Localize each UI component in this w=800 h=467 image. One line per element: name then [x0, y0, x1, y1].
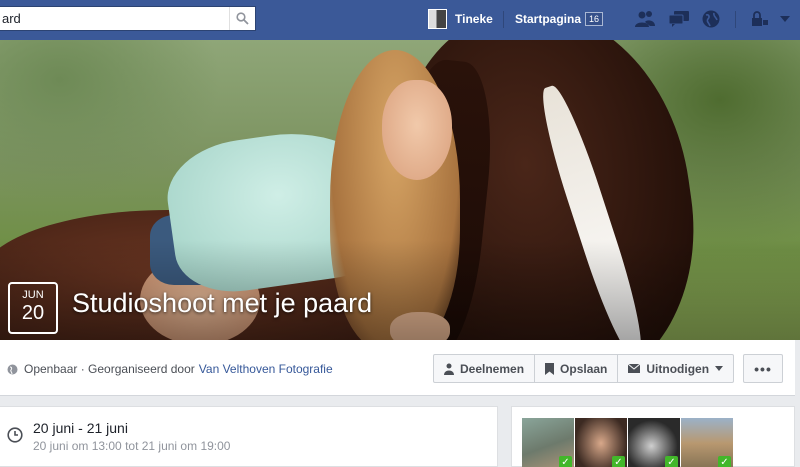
going-check-icon: ✓: [718, 456, 731, 467]
search-button[interactable]: [229, 7, 255, 30]
top-navigation-bar: Tineke Startpagina 16: [0, 0, 800, 40]
search-input[interactable]: [0, 7, 228, 30]
invite-button[interactable]: Uitnodigen: [618, 355, 733, 382]
public-globe-icon: [7, 364, 18, 374]
event-date-range: 20 juni - 21 juni: [33, 420, 128, 436]
messages-icon: [668, 11, 689, 27]
divider: [735, 11, 736, 28]
attendees-card: ✓ ✓ ✓ ✓: [511, 406, 795, 467]
person-icon: [444, 363, 454, 375]
attendee-avatar[interactable]: ✓: [575, 418, 627, 467]
notifications-button[interactable]: [699, 8, 723, 30]
going-check-icon: ✓: [612, 456, 625, 467]
going-check-icon: ✓: [559, 456, 572, 467]
profile-link[interactable]: Tineke: [428, 7, 493, 31]
save-label: Opslaan: [560, 361, 608, 376]
friend-requests-icon: [635, 11, 655, 27]
event-cover-photo: JUN 20 Studioshoot met je paard: [0, 40, 800, 340]
more-options-button[interactable]: •••: [743, 354, 783, 383]
event-details-card: 20 juni - 21 juni 20 juni om 13:00 tot 2…: [0, 406, 498, 467]
envelope-icon: [628, 364, 641, 373]
avatar: [428, 9, 447, 29]
event-date-badge: JUN 20: [8, 282, 58, 334]
chevron-down-icon: [715, 366, 724, 371]
join-button[interactable]: Deelnemen: [434, 355, 536, 382]
organizer-link[interactable]: Van Velthoven Fotografie: [199, 362, 333, 376]
search-icon: [236, 12, 249, 25]
cover-girl-face: [382, 80, 452, 180]
invite-label: Uitnodigen: [646, 361, 710, 376]
bookmark-icon: [545, 362, 555, 375]
event-meta: Openbaar · Georganiseerd door Van Veltho…: [7, 362, 333, 376]
profile-name: Tineke: [455, 12, 493, 26]
attendee-avatar[interactable]: ✓: [681, 418, 733, 467]
search-box: [0, 6, 256, 31]
divider: [503, 11, 504, 28]
privacy-organizer-text: Openbaar · Georganiseerd door: [24, 362, 195, 376]
attendee-avatar[interactable]: ✓: [628, 418, 680, 467]
event-buttons: Deelnemen Opslaan Uitnodigen: [433, 354, 735, 383]
privacy-lock-icon: [752, 11, 768, 26]
save-button[interactable]: Opslaan: [535, 355, 619, 382]
join-label: Deelnemen: [460, 361, 525, 376]
friend-requests-button[interactable]: [633, 8, 657, 30]
event-day: 20: [21, 302, 45, 324]
home-link[interactable]: Startpagina 16: [515, 8, 604, 30]
home-count-badge: 16: [585, 12, 604, 26]
event-title: Studioshoot met je paard: [72, 288, 373, 318]
messages-button[interactable]: [667, 8, 691, 30]
account-menu-button[interactable]: [773, 8, 797, 30]
event-time-range: 20 juni om 13:00 tot 21 juni om 19:00: [33, 439, 231, 453]
event-action-bar: Openbaar · Georganiseerd door Van Veltho…: [0, 340, 795, 396]
going-check-icon: ✓: [665, 456, 678, 467]
event-month: JUN: [22, 289, 44, 301]
notifications-globe-icon: [702, 10, 720, 28]
account-menu-arrow-icon: [780, 16, 790, 22]
clock-icon: [7, 427, 23, 443]
privacy-shortcuts-button[interactable]: [748, 8, 772, 30]
attendee-avatar[interactable]: ✓: [522, 418, 574, 467]
home-label: Startpagina: [515, 12, 582, 26]
